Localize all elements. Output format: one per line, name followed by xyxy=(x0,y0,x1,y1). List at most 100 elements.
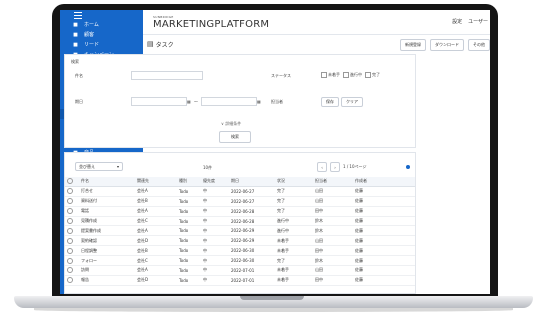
table-cell: 山田 xyxy=(313,265,353,276)
status-checkbox-2[interactable]: 進行中 xyxy=(343,72,362,78)
table-cell: Todo xyxy=(177,186,201,197)
row-select-radio[interactable] xyxy=(67,188,73,195)
detail-toggle[interactable]: ∨ 詳細条件 xyxy=(221,121,241,127)
subject-input[interactable] xyxy=(131,71,203,80)
column-header[interactable]: 状況 xyxy=(275,177,313,187)
row-select-radio[interactable] xyxy=(67,227,73,234)
sidebar-item[interactable]: ■ 顧客 xyxy=(60,30,143,40)
table-cell: 中 xyxy=(201,206,229,217)
table-cell[interactable]: 日程調整 xyxy=(79,245,135,257)
row-select-cell[interactable] xyxy=(65,196,79,207)
row-select-cell[interactable] xyxy=(65,216,79,227)
table-cell: 中 xyxy=(201,196,229,207)
table-cell: 中 xyxy=(201,275,229,286)
table-cell[interactable]: 報告 xyxy=(79,275,135,286)
table-row[interactable]: 打合せ 会社A Todo 中 2022-06-27 完了 山田 佐藤 xyxy=(65,186,415,197)
next-page-button[interactable]: › xyxy=(330,162,340,172)
prev-page-button[interactable]: ‹ xyxy=(317,162,327,172)
status-checkbox-3[interactable]: 完了 xyxy=(365,72,380,78)
date-to-input[interactable] xyxy=(201,97,257,106)
date-from-input[interactable] xyxy=(131,97,187,106)
table-row[interactable]: 電話 会社A Todo 中 2022-06-28 完了 田中 佐藤 xyxy=(65,206,415,217)
calendar-icon[interactable]: ▦ xyxy=(187,99,191,104)
table-cell: Todo xyxy=(177,235,201,247)
table-row[interactable]: 契約確認 会社D Todo 中 2022-06-29 未着手 山田 佐藤 xyxy=(65,235,415,247)
select-all-radio[interactable] xyxy=(67,178,73,185)
clear-button[interactable]: クリア xyxy=(341,97,363,107)
column-header[interactable]: 関連先 xyxy=(135,177,177,187)
table-cell[interactable]: 提案書作成 xyxy=(79,225,135,237)
calendar-icon-2[interactable]: ▦ xyxy=(257,99,261,104)
chevron-down-icon: ▾ xyxy=(116,164,119,169)
row-select-cell[interactable] xyxy=(65,186,79,197)
download-button[interactable]: ダウンロード xyxy=(430,39,464,51)
table-cell: 2022-06-28 xyxy=(229,216,275,227)
table-cell[interactable]: フォロー xyxy=(79,255,135,267)
menu-icon[interactable] xyxy=(74,11,82,19)
page-title: ▤ タスク xyxy=(147,40,174,49)
table-cell[interactable]: 訪問 xyxy=(79,265,135,276)
search-section-label: 検索 xyxy=(71,59,79,64)
table-row[interactable]: 訪問 会社A Todo 中 2022-07-01 未着手 山田 佐藤 xyxy=(65,265,415,276)
table-cell[interactable]: 資料送付 xyxy=(79,196,135,207)
owner-label: 担当者 xyxy=(271,99,283,104)
row-select-cell[interactable] xyxy=(65,265,79,276)
table-cell: 未着手 xyxy=(275,265,313,276)
column-header[interactable]: 優先度 xyxy=(201,177,229,187)
table-row[interactable]: 見積作成 会社C Todo 中 2022-06-28 進行中 鈴木 佐藤 xyxy=(65,216,415,227)
more-button[interactable]: その他 xyxy=(468,39,490,51)
table-row[interactable]: 日程調整 会社B Todo 中 2022-06-30 未着手 田中 佐藤 xyxy=(65,245,415,257)
save-condition-button[interactable]: 保存 xyxy=(321,97,339,107)
table-cell: 田中 xyxy=(313,206,353,217)
column-header[interactable]: 作成者 xyxy=(353,177,415,187)
table-row[interactable]: 提案書作成 会社A Todo 中 2022-06-29 進行中 鈴木 佐藤 xyxy=(65,225,415,237)
row-select-radio[interactable] xyxy=(67,218,73,224)
row-select-radio[interactable] xyxy=(67,277,73,284)
sort-select[interactable]: 並び替え ▾ xyxy=(75,162,123,171)
table-cell: 会社A xyxy=(135,265,177,276)
row-select-cell[interactable] xyxy=(65,235,79,247)
row-select-radio[interactable] xyxy=(67,198,73,205)
column-header[interactable]: 件名 xyxy=(79,177,135,187)
table-row[interactable]: フォロー 会社C Todo 中 2022-06-30 完了 鈴木 佐藤 xyxy=(65,255,415,267)
row-select-cell[interactable] xyxy=(65,245,79,257)
search-button[interactable]: 検索 xyxy=(219,131,251,143)
table-cell: 会社A xyxy=(135,206,177,217)
sidebar-item[interactable]: ■ リード xyxy=(60,40,143,50)
table-cell[interactable]: 打合せ xyxy=(79,186,135,197)
result-count: 10件 xyxy=(203,165,213,170)
settings-link[interactable]: 設定 xyxy=(452,18,462,25)
row-select-radio[interactable] xyxy=(67,237,73,244)
nav-icon: ■ xyxy=(73,21,78,28)
settings-dot-icon[interactable] xyxy=(406,165,410,169)
row-select-radio[interactable] xyxy=(67,247,73,254)
table-cell: 完了 xyxy=(275,186,313,197)
row-select-radio[interactable] xyxy=(67,208,73,215)
column-header[interactable]: 期日 xyxy=(229,177,275,187)
table-cell: 田中 xyxy=(313,275,353,286)
table-cell: Todo xyxy=(177,265,201,276)
user-link[interactable]: ユーザー xyxy=(468,18,488,25)
column-header[interactable]: 種別 xyxy=(177,177,201,187)
row-select-radio[interactable] xyxy=(67,267,73,274)
sidebar-item[interactable]: ■ ホーム xyxy=(60,20,143,30)
row-select-radio[interactable] xyxy=(67,257,73,264)
list-toolbar: 並び替え ▾ 10件 ‹ › 1 / 10ページ xyxy=(65,153,415,175)
table-cell: 会社D xyxy=(135,235,177,247)
row-select-cell[interactable] xyxy=(65,255,79,267)
table-cell[interactable]: 電話 xyxy=(79,206,135,217)
new-button[interactable]: 新規登録 xyxy=(400,39,426,51)
page-title-text: タスク xyxy=(155,41,174,49)
row-select-cell[interactable] xyxy=(65,206,79,217)
title-buttons: 新規登録 ダウンロード その他 xyxy=(400,39,490,51)
table-cell: Todo xyxy=(177,216,201,227)
brand-logo[interactable]: SUNBRIDGE MARKETINGPLATFORM xyxy=(153,15,269,30)
row-select-cell[interactable] xyxy=(65,225,79,237)
status-checkbox-1[interactable]: 未着手 xyxy=(321,72,340,78)
column-header[interactable]: 担当者 xyxy=(313,177,353,187)
table-row[interactable]: 報告 会社D Todo 中 2022-07-01 未着手 田中 佐藤 xyxy=(65,275,415,286)
table-row[interactable]: 資料送付 会社B Todo 中 2022-06-27 完了 山田 佐藤 xyxy=(65,196,415,207)
table-cell[interactable]: 見積作成 xyxy=(79,216,135,227)
row-select-cell[interactable] xyxy=(65,275,79,286)
table-cell[interactable]: 契約確認 xyxy=(79,235,135,247)
